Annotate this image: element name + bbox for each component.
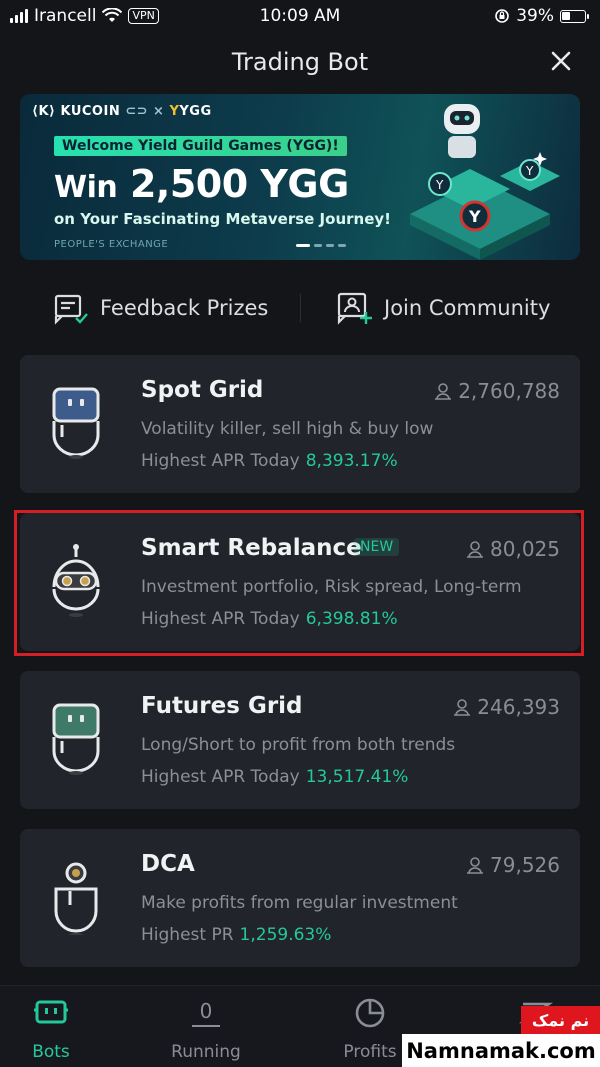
banner-footer: PEOPLE'S EXCHANGE <box>54 239 169 250</box>
user-icon <box>467 857 484 874</box>
banner-welcome-pill: Welcome Yield Guild Games (YGG)! <box>54 136 347 156</box>
feedback-prizes-label: Feedback Prizes <box>100 296 269 320</box>
running-count: 0 <box>191 999 221 1027</box>
bot-apr-value: 13,517.41% <box>305 767 409 787</box>
bot-user-count: 2,760,788 <box>433 379 560 403</box>
page-title: Trading Bot <box>231 48 369 76</box>
bot-user-count: 246,393 <box>452 695 560 719</box>
pie-chart-icon <box>355 998 385 1028</box>
user-icon <box>435 383 452 400</box>
bot-description: Make profits from regular investment <box>141 893 458 913</box>
watermark-persian: نم نمک <box>521 1006 600 1034</box>
highlight-box <box>14 510 584 656</box>
bot-user-count: 79,526 <box>465 853 560 877</box>
banner-dot[interactable] <box>338 244 346 247</box>
futures-grid-robot-icon <box>52 703 100 775</box>
feedback-prizes-icon <box>54 294 88 325</box>
bot-card-spot-grid[interactable]: Spot Grid 2,760,788 Volatility killer, s… <box>20 355 580 493</box>
bot-title: Futures Grid <box>141 693 303 719</box>
promo-banner[interactable]: ⟨K⟩ KUCOIN ⊂⊃ × YYGG Welcome Yield Guild… <box>20 94 580 260</box>
banner-robot-illustration: Y Y Y <box>410 104 560 260</box>
tab-running[interactable]: 0 Running <box>146 996 266 1062</box>
bot-description: Volatility killer, sell high & buy low <box>141 419 434 439</box>
tab-running-label: Running <box>171 1042 241 1062</box>
join-community-link[interactable]: Join Community <box>336 286 550 330</box>
banner-subline: on Your Fascinating Metaverse Journey! <box>54 210 391 228</box>
bot-apr-value: 8,393.17% <box>305 451 398 471</box>
banner-pagination[interactable] <box>296 244 346 247</box>
close-icon[interactable] <box>548 48 574 74</box>
quick-links-divider <box>300 294 301 322</box>
bot-card-futures-grid[interactable]: Futures Grid 246,393 Long/Short to profi… <box>20 671 580 809</box>
banner-dot[interactable] <box>314 244 322 247</box>
status-right: 39% <box>494 6 589 26</box>
bot-title: DCA <box>141 851 195 877</box>
bot-apr-value: 1,259.63% <box>239 925 332 945</box>
bots-tab-icon <box>34 1000 68 1024</box>
bot-apr: Highest PR 1,259.63% <box>141 925 332 945</box>
kucoin-logo-icon: ⟨K⟩ <box>32 104 61 119</box>
banner-dot[interactable] <box>326 244 334 247</box>
status-bar: Irancell VPN 10:09 AM 39% <box>0 0 600 34</box>
user-icon <box>454 699 471 716</box>
quick-links: Feedback Prizes Join Community <box>0 286 600 336</box>
bot-apr: Highest APR Today 13,517.41% <box>141 767 409 787</box>
bot-description: Long/Short to profit from both trends <box>141 735 456 755</box>
dca-robot-icon <box>54 862 98 935</box>
tab-bots-label: Bots <box>32 1042 70 1062</box>
header: Trading Bot <box>0 42 600 86</box>
feedback-prizes-link[interactable]: Feedback Prizes <box>52 286 268 330</box>
battery-icon <box>560 9 589 23</box>
banner-dot[interactable] <box>296 244 310 247</box>
bot-title: Spot Grid <box>141 377 264 403</box>
join-community-label: Join Community <box>384 296 551 320</box>
spot-grid-robot-icon <box>52 387 100 459</box>
svg-text:Y: Y <box>468 207 481 226</box>
svg-text:Y: Y <box>435 178 444 192</box>
svg-text:Y: Y <box>525 164 534 178</box>
orientation-lock-icon <box>495 9 510 23</box>
watermark-site: Namnamak.com <box>402 1034 600 1067</box>
bot-apr: Highest APR Today 8,393.17% <box>141 451 398 471</box>
battery-percent: 39% <box>516 6 554 26</box>
banner-headline: Win 2,500 YGG <box>54 162 349 206</box>
banner-brand: ⟨K⟩ KUCOIN ⊂⊃ × YYGG <box>32 104 212 119</box>
tab-bots[interactable]: Bots <box>0 996 111 1062</box>
bot-card-dca[interactable]: DCA 79,526 Make profits from regular inv… <box>20 829 580 967</box>
join-community-icon <box>337 292 372 325</box>
